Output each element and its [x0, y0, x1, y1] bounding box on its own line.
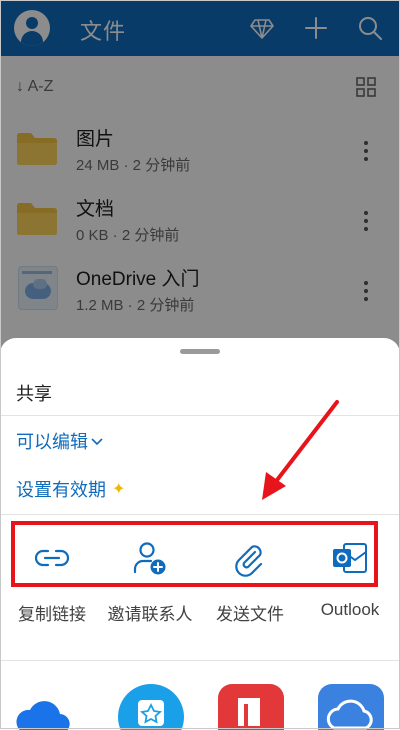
sheet-title: 共享: [16, 384, 52, 404]
drag-handle[interactable]: [180, 349, 220, 354]
send-file-button[interactable]: 发送文件: [200, 600, 300, 625]
chevron-down-icon: [91, 438, 103, 446]
divider: [0, 514, 400, 515]
app-share-row: [0, 660, 400, 730]
invite-people-button[interactable]: 邀请联系人: [100, 600, 200, 625]
permission-label: 可以编辑: [16, 432, 88, 452]
outlook-button[interactable]: Outlook: [300, 600, 400, 620]
wps-app-icon[interactable]: [218, 684, 284, 730]
divider: [0, 415, 400, 416]
onedrive-app-icon[interactable]: [12, 684, 78, 730]
copy-link-button[interactable]: 复制链接: [2, 600, 102, 625]
highlight-box: [11, 521, 378, 587]
favorites-app-icon[interactable]: [118, 684, 184, 730]
set-expiry-option[interactable]: 设置有效期 ✦: [16, 476, 125, 502]
permission-dropdown[interactable]: 可以编辑: [16, 428, 104, 454]
cloud-app-icon[interactable]: [318, 684, 384, 730]
premium-sparkle-icon: ✦: [112, 481, 126, 498]
expiry-label: 设置有效期: [16, 480, 106, 500]
